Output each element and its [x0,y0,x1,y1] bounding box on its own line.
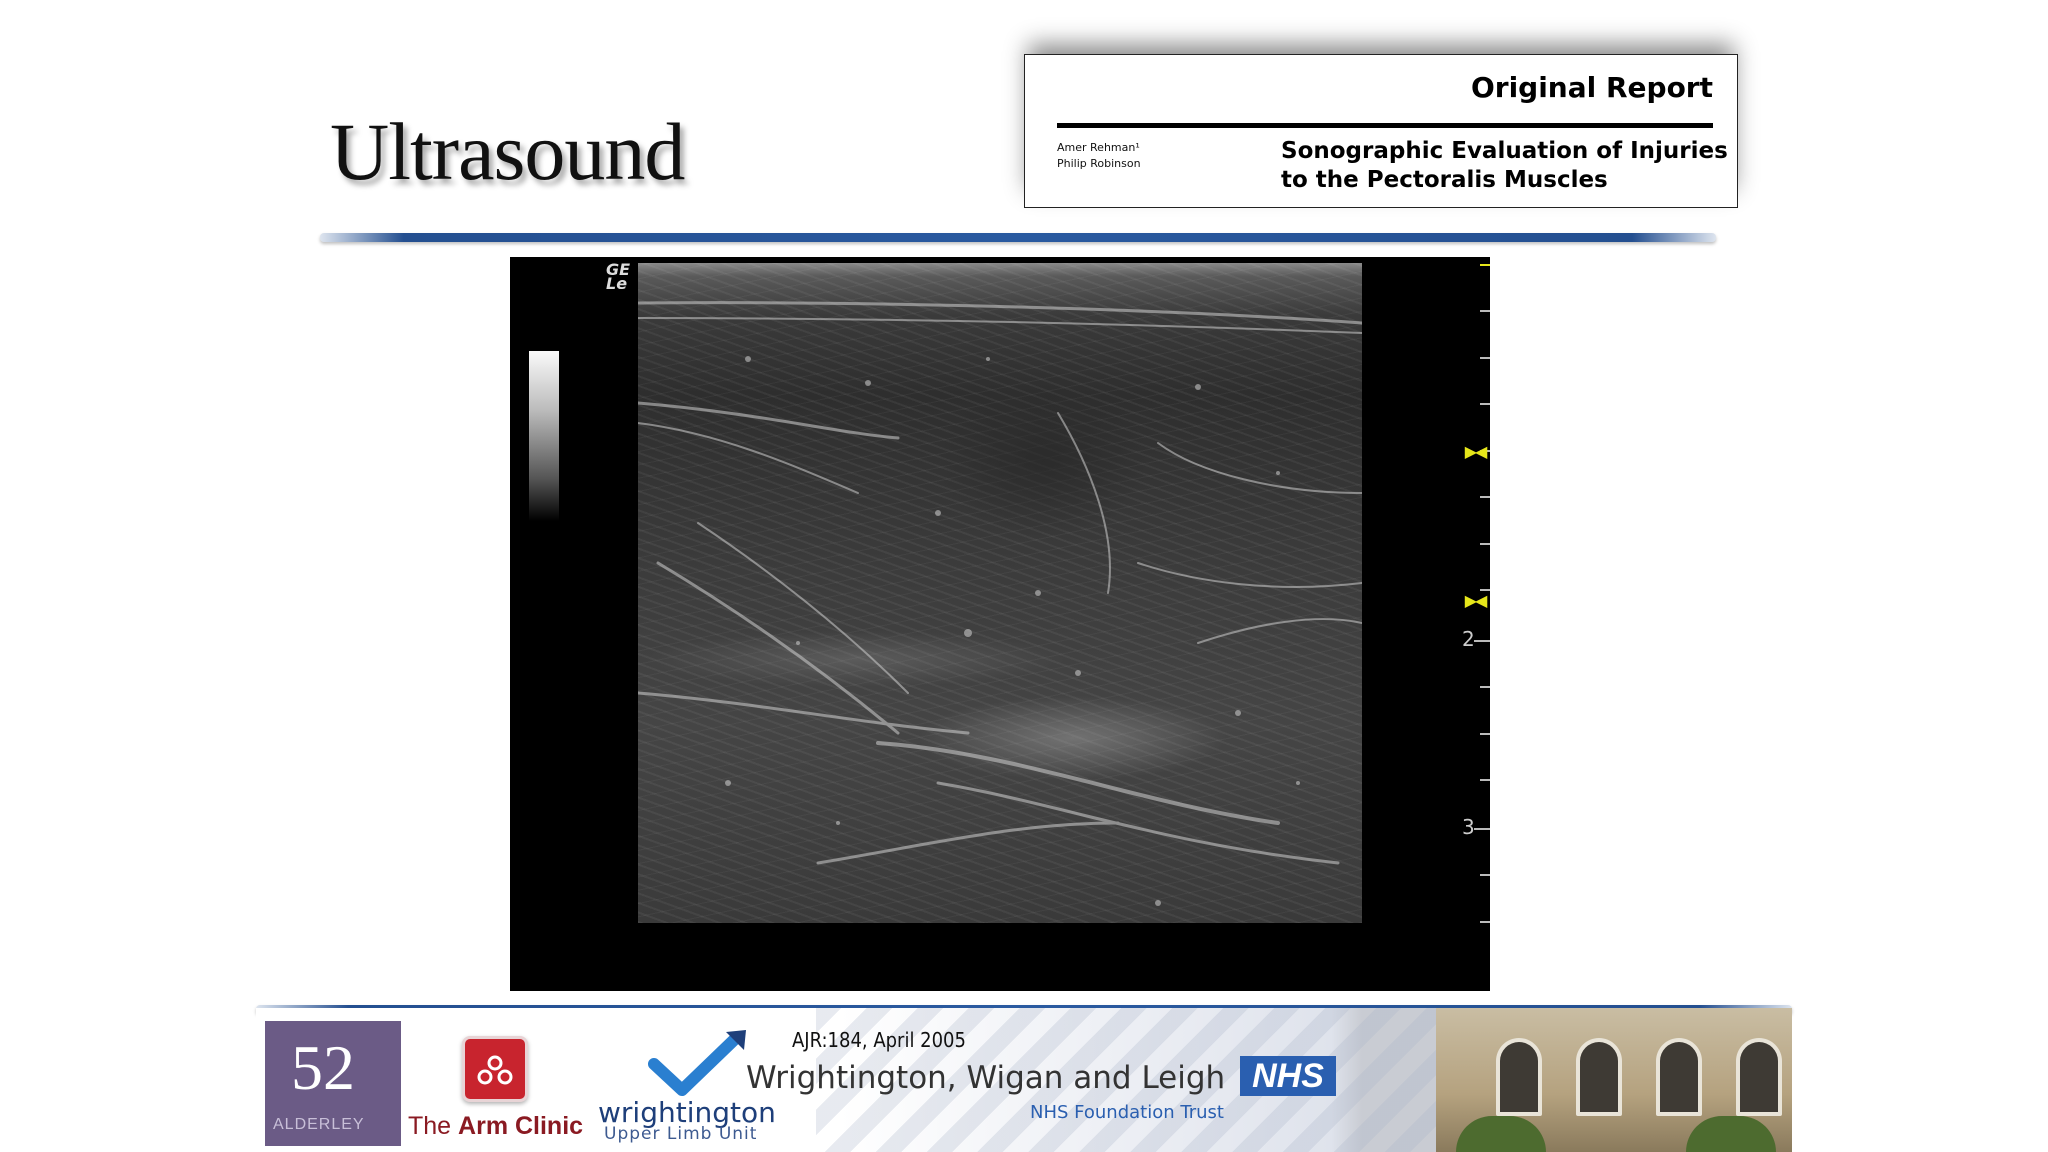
journal-header-card: Original Report Amer Rehman¹ Philip Robi… [1024,54,1738,208]
slide-title: Ultrasound [330,106,685,197]
article-title-line: to the Pectoralis Muscles [1281,167,1608,193]
top-divider-rule [320,233,1716,242]
window [1496,1038,1542,1116]
report-authors: Amer Rehman¹ Philip Robinson [1057,140,1141,172]
scan-texture [638,301,1362,906]
focus-marker-icon: ▶◀ [1464,442,1488,461]
window [1576,1038,1622,1116]
building-photo [1436,1008,1792,1152]
focus-marker-icon: ▶◀ [1464,591,1488,610]
citation: AJR:184, April 2005 [792,1028,966,1052]
arm-clinic-name: Arm Clinic [458,1112,584,1140]
shrub [1686,1116,1776,1152]
wrightington-check-icon [648,1030,746,1096]
article-title-line: Sonographic Evaluation of Injuries [1281,138,1728,164]
window [1736,1038,1782,1116]
arm-clinic-icon [462,1036,528,1102]
depth-label: 2 [1462,627,1475,651]
wrightington-unit: Upper Limb Unit [604,1124,758,1144]
author-name: Amer Rehman¹ [1057,141,1140,154]
report-heading: Original Report [1470,71,1713,104]
alderley-name: ALDERLEY [273,1116,365,1133]
article-title: Sonographic Evaluation of Injuries to th… [1281,137,1728,195]
author-name: Philip Robinson [1057,157,1141,170]
footer-banner: 52 ALDERLEY The Arm Clinic wrightington … [256,1008,1792,1152]
trust-name: Wrightington, Wigan and Leigh [746,1060,1226,1096]
arm-clinic-label: The Arm Clinic [408,1112,583,1141]
grayscale-bar [529,351,559,521]
depth-scale [1474,264,1490,923]
report-divider [1057,123,1713,128]
logo-line: Le [606,274,628,293]
trust-subtitle: NHS Foundation Trust [1030,1102,1224,1123]
arm-clinic-prefix: The [408,1112,459,1140]
ge-logo: GE Le [606,262,630,293]
nhs-logo: NHS [1240,1056,1336,1096]
ultrasound-image: GE Le ▶◀ ▶◀ 2 3 [510,257,1490,991]
shrub [1456,1116,1546,1152]
depth-label: 3 [1462,815,1475,839]
alderley-logo: 52 ALDERLEY [265,1021,401,1146]
window [1656,1038,1702,1116]
alderley-number: 52 [291,1032,355,1103]
ultrasound-scan-area [638,263,1362,923]
